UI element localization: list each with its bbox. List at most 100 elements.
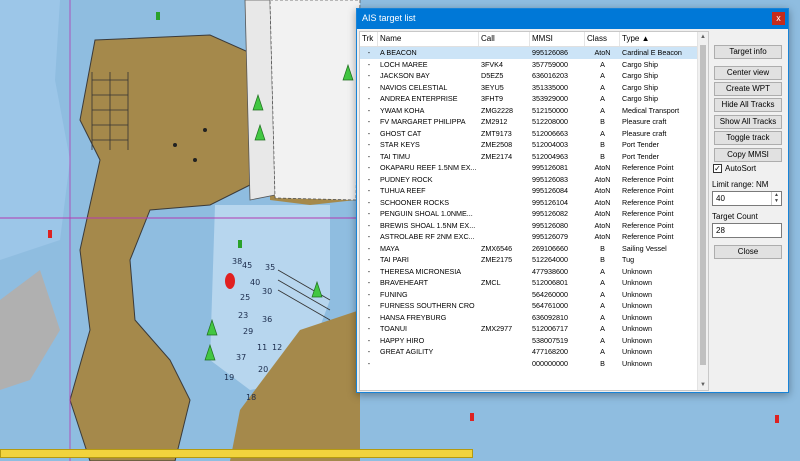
cell-class: B	[600, 151, 605, 161]
cell-trk: -	[367, 174, 371, 184]
cell-type: Cargo Ship	[622, 71, 658, 80]
cell-type: Tug	[622, 255, 635, 264]
cell-name: TAI PARI	[380, 255, 409, 264]
cell-call: ZMX2977	[481, 324, 513, 333]
cell-trk: -	[367, 232, 371, 241]
table-row[interactable]: - GREAT AGILITY 477168200 A Unknown	[360, 346, 698, 358]
scroll-down-icon[interactable]: ▼	[698, 380, 708, 390]
scrollbar-thumb[interactable]	[700, 45, 706, 365]
depth-sounding: 38	[232, 257, 242, 266]
cell-class: AtoN	[594, 220, 611, 230]
table-row[interactable]: - GHOST CAT ZMT9173 512006663 A Pleasure craf…	[360, 128, 698, 140]
target-count-field: 28	[712, 223, 782, 238]
table-row[interactable]: -A BEACON 995126086 AtoN Cardinal E Beacon	[360, 47, 698, 59]
cell-type: Reference Point	[622, 209, 674, 218]
cell-call	[479, 335, 530, 347]
cell-call	[479, 231, 530, 243]
red-buoy-marker[interactable]	[225, 273, 235, 289]
cell-class: A	[600, 335, 605, 345]
copy-mmsi-button[interactable]: Copy MMSI	[714, 148, 782, 162]
table-row[interactable]: - HANSA FREYBURG 636092810 A Unknown	[360, 312, 698, 324]
table-row[interactable]: - NAVIOS CELESTIAL 3EYU5 351335000 A Cargo Sh…	[360, 82, 698, 94]
table-row[interactable]: - HAPPY HIRO 538007519 A Unknown	[360, 335, 698, 347]
window-title: AIS target list	[362, 13, 416, 23]
ais-target-table[interactable]: Trk Name Call MMSI Class Type ▲ -A BEACO…	[359, 31, 709, 391]
cell-mmsi: 357759000	[532, 59, 568, 69]
cell-call: ZME2508	[481, 140, 513, 149]
cell-call: ZMCL	[481, 278, 501, 287]
table-row[interactable]: - TOANUI ZMX2977 512006717 A Unknown	[360, 323, 698, 335]
cell-class: AtoN	[594, 48, 611, 57]
spinner-arrows-icon[interactable]: ▲ ▼	[771, 192, 781, 205]
column-header-mmsi[interactable]: MMSI	[530, 32, 585, 46]
column-header-call[interactable]: Call	[479, 32, 530, 46]
table-row[interactable]: - MAYA ZMX6546 269106660 B Sailing Vessel	[360, 243, 698, 255]
table-row[interactable]: - BREWIS SHOAL 1.5NM EX... 995126080 AtoN Re…	[360, 220, 698, 232]
cell-mmsi: 269106660	[532, 243, 568, 253]
autosort-checkbox[interactable]: ✓	[713, 164, 722, 173]
table-row[interactable]: - FURNESS SOUTHERN CRO 564761000 A Unknown	[360, 300, 698, 312]
cell-type: Unknown	[622, 324, 652, 333]
cell-type: Cargo Ship	[622, 59, 658, 69]
horizontal-scrollbar[interactable]	[0, 449, 473, 458]
cell-call	[479, 197, 530, 209]
column-header-class[interactable]: Class	[585, 32, 620, 46]
table-row[interactable]: - ANDREA ENTERPRISE 3FHT9 353929000 A Cargo S…	[360, 93, 698, 105]
table-row[interactable]: - JACKSON BAY D5EZ5 636016203 A Cargo Ship	[360, 70, 698, 82]
table-row[interactable]: - FV MARGARET PHILIPPA ZM2912 512208000 B Ple…	[360, 116, 698, 128]
table-row[interactable]: - SCHOONER ROCKS 995126104 AtoN Reference Po…	[360, 197, 698, 209]
cell-type: Reference Point	[622, 174, 674, 184]
limit-range-input[interactable]: 40 ▲ ▼	[712, 191, 782, 206]
depth-sounding: 35	[265, 263, 275, 272]
column-header-name[interactable]: Name	[378, 32, 479, 46]
cell-call	[479, 162, 530, 174]
show-all-tracks-button[interactable]: Show All Tracks	[714, 115, 782, 129]
cell-name: YWAM KOHA	[380, 105, 425, 115]
table-row[interactable]: - PENGUIN SHOAL 1.0NME... 995126082 AtoN Ref…	[360, 208, 698, 220]
cell-type: Pleasure craft	[622, 117, 667, 126]
table-row[interactable]: - OKAPARU REEF 1.5NM EX... 995126081 AtoN Re…	[360, 162, 698, 174]
table-row[interactable]: - TUHUA REEF 995126084 AtoN Reference Point	[360, 185, 698, 197]
cell-name	[378, 358, 479, 370]
center-view-button[interactable]: Center view	[714, 66, 782, 80]
cell-type: Reference Point	[622, 220, 674, 230]
depth-sounding: 36	[262, 315, 272, 324]
cell-call: ZME2174	[481, 151, 513, 161]
close-button[interactable]: Close	[714, 245, 782, 259]
cell-trk: -	[367, 94, 371, 103]
table-row[interactable]: - PUDNEY ROCK 995126083 AtoN Reference Point	[360, 174, 698, 186]
depth-sounding: 12	[272, 343, 282, 352]
cell-trk: -	[367, 128, 371, 138]
cell-type: Cargo Ship	[622, 82, 658, 92]
close-icon[interactable]: x	[772, 12, 785, 25]
create-wpt-button[interactable]: Create WPT	[714, 82, 782, 96]
cell-class: AtoN	[594, 232, 611, 241]
cell-trk: -	[367, 243, 371, 253]
table-row[interactable]: - BRAVEHEART ZMCL 512006801 A Unknown	[360, 277, 698, 289]
window-titlebar[interactable]: AIS target list x	[357, 9, 788, 29]
table-row[interactable]: - TAI PARI ZME2175 512264000 B Tug	[360, 254, 698, 266]
depth-sounding: 37	[236, 353, 246, 362]
scroll-up-icon[interactable]: ▲	[698, 32, 708, 42]
cell-name: NAVIOS CELESTIAL	[380, 82, 448, 92]
column-header-trk[interactable]: Trk	[360, 32, 378, 46]
target-info-button[interactable]: Target info	[714, 45, 782, 59]
table-row[interactable]: - LOCH MAREE 3FVK4 357759000 A Cargo Ship	[360, 59, 698, 71]
cell-name: TUHUA REEF	[380, 186, 426, 195]
table-row[interactable]: - ASTROLABE RF 2NM EXC... 995126079 AtoN Ref…	[360, 231, 698, 243]
vertical-scrollbar[interactable]: ▲ ▼	[697, 32, 708, 390]
table-row[interactable]: - FUNING 564260000 A Unknown	[360, 289, 698, 301]
cell-mmsi: 995126083	[532, 174, 568, 184]
cell-type: Reference Point	[622, 163, 674, 172]
table-row[interactable]: - 000000000 B Unknown	[360, 358, 698, 370]
cell-mmsi: 564260000	[532, 289, 568, 299]
table-row[interactable]: - STAR KEYS ZME2508 512004003 B Port Tender	[360, 139, 698, 151]
column-header-type[interactable]: Type ▲	[620, 32, 698, 46]
cell-name: TAI TIMU	[380, 151, 411, 161]
table-row[interactable]: - YWAM KOHA ZMG2228 512150000 A Medical Trans…	[360, 105, 698, 117]
toggle-track-button[interactable]: Toggle track	[714, 131, 782, 145]
cell-type: Pleasure craft	[622, 128, 667, 138]
table-row[interactable]: - TAI TIMU ZME2174 512004963 B Port Tender	[360, 151, 698, 163]
hide-all-tracks-button[interactable]: Hide All Tracks	[714, 98, 782, 112]
table-row[interactable]: - THERESA MICRONESIA 477938600 A Unknown	[360, 266, 698, 278]
